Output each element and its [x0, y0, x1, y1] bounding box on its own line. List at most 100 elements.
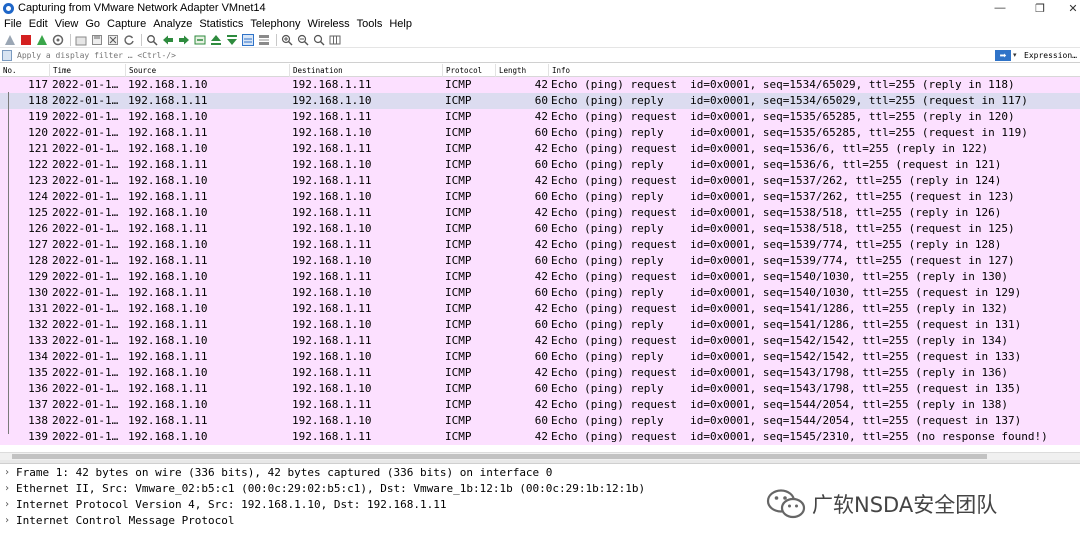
menu-help[interactable]: Help — [389, 18, 412, 30]
expand-arrow-icon[interactable]: › — [4, 481, 10, 497]
packet-row[interactable]: 128 2022-01-1… 192.168.1.11 192.168.1.10 ICM… — [0, 253, 1080, 269]
filter-bookmark-icon[interactable] — [2, 49, 12, 61]
packet-row[interactable]: 137 2022-01-1… 192.168.1.10 192.168.1.11 ICM… — [0, 397, 1080, 413]
column-header-destination[interactable]: Destination — [290, 64, 443, 77]
packet-row[interactable]: 134 2022-01-1… 192.168.1.11 192.168.1.10 ICM… — [0, 349, 1080, 365]
back-icon[interactable] — [161, 33, 175, 46]
detail-row-frame[interactable]: › Frame 1: 42 bytes on wire (336 bits), … — [0, 465, 1080, 481]
open-icon[interactable] — [74, 33, 88, 46]
column-header-protocol[interactable]: Protocol — [443, 64, 496, 77]
cell-length: 42 — [534, 366, 548, 379]
packet-row[interactable]: 120 2022-01-1… 192.168.1.11 192.168.1.10 ICM… — [0, 125, 1080, 141]
pane-splitter[interactable] — [0, 460, 1080, 464]
packet-row[interactable]: 135 2022-01-1… 192.168.1.10 192.168.1.11 ICM… — [0, 365, 1080, 381]
cell-length: 42 — [534, 142, 548, 155]
packet-row[interactable]: 121 2022-01-1… 192.168.1.10 192.168.1.11 ICM… — [0, 141, 1080, 157]
cell-source: 192.168.1.10 — [128, 366, 208, 379]
filter-history-chevron-icon[interactable]: ▾ — [1013, 51, 1021, 59]
menu-view[interactable]: View — [55, 18, 79, 30]
cell-length: 60 — [534, 318, 548, 331]
cell-info: Echo (ping) reply id=0x0001, seq=1538/51… — [551, 222, 1015, 235]
cell-protocol: ICMP — [445, 110, 472, 123]
display-filter-input[interactable] — [15, 48, 993, 62]
cell-info: Echo (ping) request id=0x0001, seq=1543/… — [551, 366, 1008, 379]
packet-row[interactable]: 118 2022-01-1… 192.168.1.11 192.168.1.10 ICM… — [0, 93, 1080, 109]
cell-source: 192.168.1.11 — [128, 222, 208, 235]
packet-list-horizontal-scrollbar[interactable] — [0, 452, 1080, 460]
watermark-text: 广软NSDA安全团队 — [812, 493, 998, 517]
packet-row[interactable]: 127 2022-01-1… 192.168.1.10 192.168.1.11 ICM… — [0, 237, 1080, 253]
close-button[interactable]: ✕ — [1058, 0, 1080, 16]
cell-protocol: ICMP — [445, 286, 472, 299]
restore-button[interactable]: ❐ — [1025, 0, 1055, 16]
packet-row[interactable]: 122 2022-01-1… 192.168.1.11 192.168.1.10 ICM… — [0, 157, 1080, 173]
column-header-time[interactable]: Time — [50, 64, 126, 77]
menu-edit[interactable]: Edit — [29, 18, 48, 30]
menu-capture[interactable]: Capture — [107, 18, 146, 30]
packet-row[interactable]: 123 2022-01-1… 192.168.1.10 192.168.1.11 ICM… — [0, 173, 1080, 189]
zoom-out-icon[interactable] — [296, 33, 310, 46]
menu-analyze[interactable]: Analyze — [153, 18, 192, 30]
packet-list[interactable]: No. Time Source Destination Protocol Len… — [0, 64, 1080, 452]
menu-telephony[interactable]: Telephony — [250, 18, 300, 30]
packet-row[interactable]: 129 2022-01-1… 192.168.1.10 192.168.1.11 ICM… — [0, 269, 1080, 285]
packet-row[interactable]: 124 2022-01-1… 192.168.1.11 192.168.1.10 ICM… — [0, 189, 1080, 205]
packet-row[interactable]: 139 2022-01-1… 192.168.1.10 192.168.1.11 ICM… — [0, 429, 1080, 445]
scrollbar-thumb[interactable] — [12, 454, 987, 459]
forward-icon[interactable] — [177, 33, 191, 46]
cell-length: 60 — [534, 382, 548, 395]
menu-go[interactable]: Go — [85, 18, 100, 30]
minimize-button[interactable]: — — [985, 0, 1015, 16]
colorize-icon[interactable] — [257, 33, 271, 46]
expand-arrow-icon[interactable]: › — [4, 465, 10, 481]
apply-filter-arrow-icon[interactable]: ➡ — [995, 49, 1011, 61]
packet-row[interactable]: 125 2022-01-1… 192.168.1.10 192.168.1.11 ICM… — [0, 205, 1080, 221]
cell-time: 2022-01-1… — [52, 238, 119, 251]
shark-fin-icon[interactable] — [3, 33, 17, 46]
first-icon[interactable] — [209, 33, 223, 46]
cell-info: Echo (ping) request id=0x0001, seq=1542/… — [551, 334, 1008, 347]
cell-length: 60 — [534, 158, 548, 171]
menu-tools[interactable]: Tools — [357, 18, 383, 30]
autoscroll-icon[interactable] — [241, 33, 255, 46]
menu-wireless[interactable]: Wireless — [308, 18, 350, 30]
menu-statistics[interactable]: Statistics — [199, 18, 243, 30]
cell-info: Echo (ping) request id=0x0001, seq=1535/… — [551, 110, 1015, 123]
packet-row[interactable]: 131 2022-01-1… 192.168.1.10 192.168.1.11 ICM… — [0, 301, 1080, 317]
expression-button[interactable]: Expression… — [1024, 51, 1077, 60]
window-title: Capturing from VMware Network Adapter VM… — [18, 2, 266, 14]
packet-row[interactable]: 133 2022-01-1… 192.168.1.10 192.168.1.11 ICM… — [0, 333, 1080, 349]
packet-row[interactable]: 136 2022-01-1… 192.168.1.11 192.168.1.10 ICM… — [0, 381, 1080, 397]
close-file-icon[interactable] — [106, 33, 120, 46]
cell-info: Echo (ping) reply id=0x0001, seq=1537/26… — [551, 190, 1015, 203]
cell-length: 42 — [534, 238, 548, 251]
goto-icon[interactable] — [193, 33, 207, 46]
cell-destination: 192.168.1.11 — [292, 270, 372, 283]
expand-arrow-icon[interactable]: › — [4, 497, 10, 513]
cell-source: 192.168.1.10 — [128, 142, 208, 155]
packet-row[interactable]: 138 2022-01-1… 192.168.1.11 192.168.1.10 ICM… — [0, 413, 1080, 429]
cell-destination: 192.168.1.11 — [292, 78, 372, 91]
zoom-in-icon[interactable] — [280, 33, 294, 46]
restart-icon[interactable] — [35, 33, 49, 46]
column-header-info[interactable]: Info — [549, 64, 1080, 77]
expand-arrow-icon[interactable]: › — [4, 513, 10, 529]
column-header-source[interactable]: Source — [126, 64, 290, 77]
packet-row[interactable]: 119 2022-01-1… 192.168.1.10 192.168.1.11 ICM… — [0, 109, 1080, 125]
packet-row[interactable]: 117 2022-01-1… 192.168.1.10 192.168.1.11 ICM… — [0, 77, 1080, 93]
column-header-length[interactable]: Length — [496, 64, 549, 77]
column-header-no[interactable]: No. — [0, 64, 50, 77]
find-icon[interactable] — [145, 33, 159, 46]
zoom-reset-icon[interactable] — [312, 33, 326, 46]
stop-icon[interactable] — [19, 33, 33, 46]
packet-row[interactable]: 132 2022-01-1… 192.168.1.11 192.168.1.10 ICM… — [0, 317, 1080, 333]
packet-row[interactable]: 126 2022-01-1… 192.168.1.11 192.168.1.10 ICM… — [0, 221, 1080, 237]
menu-file[interactable]: File — [4, 18, 22, 30]
cell-length: 42 — [534, 334, 548, 347]
reload-icon[interactable] — [122, 33, 136, 46]
options-icon[interactable] — [51, 33, 65, 46]
resize-columns-icon[interactable] — [328, 33, 342, 46]
packet-row[interactable]: 130 2022-01-1… 192.168.1.11 192.168.1.10 ICM… — [0, 285, 1080, 301]
save-icon[interactable] — [90, 33, 104, 46]
last-icon[interactable] — [225, 33, 239, 46]
